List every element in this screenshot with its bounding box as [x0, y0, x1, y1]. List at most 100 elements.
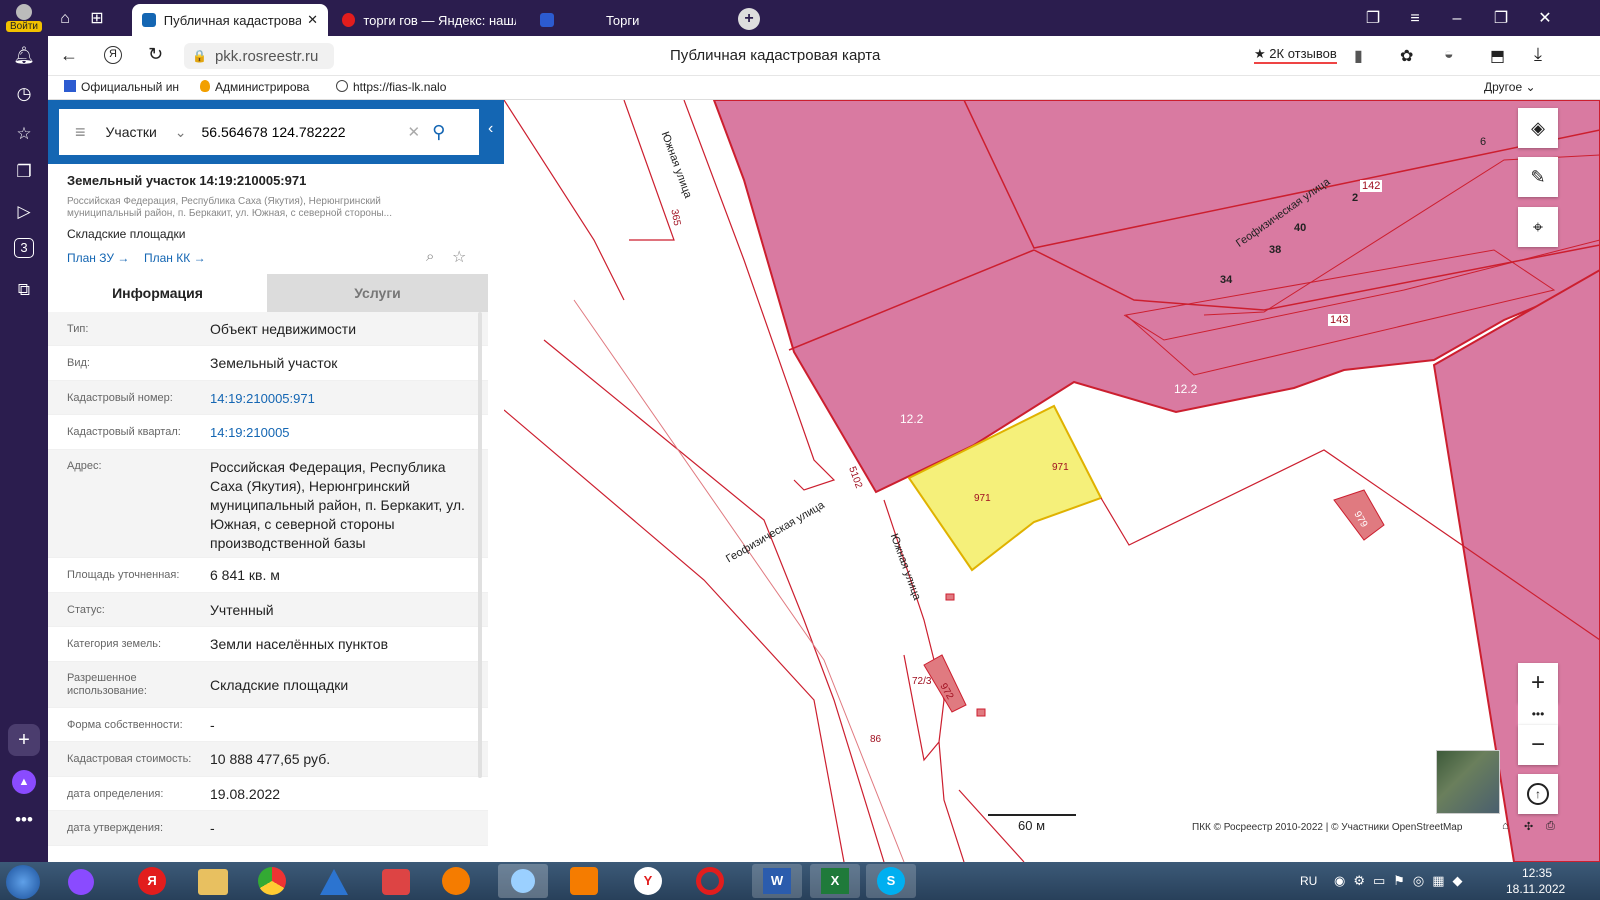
history-icon[interactable]: ◷ [12, 82, 36, 106]
home-icon[interactable]: ⌂ [54, 8, 76, 30]
zoom-out-button[interactable]: − [1518, 725, 1558, 765]
clock-date[interactable]: 18.11.2022 [1506, 882, 1565, 896]
reviews-badge[interactable]: ★ 2К отзывов [1254, 46, 1337, 64]
tab-services[interactable]: Услуги [267, 274, 488, 312]
parcel-usage-short: Складские площадки [67, 227, 186, 241]
app-icon[interactable] [382, 869, 410, 895]
start-button[interactable] [6, 865, 40, 899]
road-boundary [958, 789, 1025, 862]
minimap-thumbnail[interactable] [1436, 750, 1500, 814]
scale-label: 60 м [1018, 818, 1046, 833]
tab-info[interactable]: Информация [48, 274, 267, 312]
yandex-app-icon[interactable]: Я [138, 867, 166, 895]
close-window-icon[interactable]: ✕ [1534, 8, 1556, 30]
plan-kk-link[interactable]: План КК → [144, 251, 206, 265]
address-value: Российская Федерация, Республика Саха (Я… [210, 459, 465, 551]
bookmark-icon[interactable]: ▮ [1354, 46, 1363, 66]
cadastral-quarter-link[interactable]: 14:19:210005 [210, 425, 290, 440]
url-field[interactable]: 🔒 pkk.rosreestr.ru [184, 43, 334, 69]
minimize-icon[interactable]: – [1446, 8, 1468, 30]
minus-icon: − [1530, 731, 1545, 758]
opera-app-icon[interactable] [696, 867, 724, 895]
bookmarks-other[interactable]: Другое ⌄ [1484, 80, 1536, 94]
add-panel-icon[interactable]: + [8, 724, 40, 756]
alice-icon[interactable]: ▲ [12, 770, 36, 794]
compass-button[interactable]: ↑ [1518, 774, 1558, 814]
collections-icon[interactable]: ⬒ [1490, 46, 1505, 66]
zoom-in-button[interactable]: + [1518, 663, 1558, 703]
favorite-star-icon[interactable]: ☆ [452, 247, 466, 267]
bookmark-item[interactable]: Официальный ин [64, 80, 188, 94]
search-input[interactable] [201, 124, 402, 140]
cadastral-map[interactable]: Южная улица Геофизическая улица Геофизич… [504, 100, 1600, 862]
bell-icon[interactable]: 🔔︎ [12, 44, 36, 68]
skype-app-icon[interactable]: S [866, 864, 916, 898]
panel-scrollbar[interactable] [478, 312, 482, 778]
alice-app-icon[interactable] [68, 869, 94, 895]
layers-button[interactable]: ◈ [1518, 108, 1558, 148]
login-button[interactable]: Войти [6, 2, 42, 34]
new-folder-icon[interactable]: ⊞ [86, 8, 108, 30]
collapse-panel-icon[interactable]: ‹ [488, 120, 493, 138]
search-icon[interactable]: ⚲ [432, 122, 445, 143]
bookmark-item[interactable]: https://fias-lk.nalo [336, 80, 460, 94]
building-small[interactable] [945, 593, 955, 601]
clear-icon[interactable]: ✕ [408, 123, 421, 141]
restore-icon[interactable]: ❐ [1490, 8, 1512, 30]
clock-time[interactable]: 12:35 [1522, 866, 1552, 880]
parcel-number-label: 142 [1360, 180, 1383, 192]
tab-torgi[interactable]: Торги [530, 4, 720, 36]
download-icon[interactable]: ⤓ [1534, 44, 1542, 65]
tab-pkk[interactable]: Публичная кадастрова ✕ [132, 4, 328, 36]
app-icon[interactable] [320, 869, 348, 895]
hamburger-icon[interactable]: ≡ [75, 122, 86, 143]
video-icon[interactable]: ▷ [12, 200, 36, 224]
zoom-more-button[interactable]: ••• [1518, 703, 1558, 725]
more-icon[interactable]: ••• [12, 808, 36, 832]
new-tab-button[interactable]: + [738, 8, 760, 30]
app-icon[interactable] [570, 867, 598, 895]
parcel-number-label: 143 [1328, 314, 1351, 326]
detail-row-type: Тип: Объект недвижимости [48, 312, 488, 346]
app-icon[interactable] [442, 867, 470, 895]
cadastral-number-link[interactable]: 14:19:210005:971 [210, 391, 315, 406]
home-icon[interactable]: ⌂ [1502, 820, 1509, 832]
language-indicator[interactable]: RU [1300, 874, 1317, 888]
dots-icon: ••• [1531, 707, 1545, 721]
close-tab-icon[interactable]: ✕ [307, 12, 318, 28]
favorites-icon[interactable]: ☆ [12, 122, 36, 146]
excel-app-icon[interactable]: X [810, 864, 860, 898]
parcel-address-short: Российская Федерация, Республика Саха (Я… [67, 196, 392, 219]
chrome-app-icon[interactable] [258, 867, 286, 895]
parcel-number-label: 38 [1269, 244, 1282, 256]
info-panel: ≡ Участки ⌄ ✕ ⚲ ‹ Земельный участок 14:1… [48, 100, 504, 862]
app-icon[interactable] [498, 864, 548, 898]
search-doc-icon[interactable]: ⌕ [426, 248, 434, 265]
screenshot-icon[interactable]: ⧉ [12, 278, 36, 302]
explorer-app-icon[interactable] [198, 869, 228, 895]
tab-yandex[interactable]: торги гов — Яндекс: нашл [332, 4, 526, 36]
yandex-icon[interactable]: Я [104, 46, 122, 64]
tabs-icon[interactable]: ❐ [1362, 8, 1384, 30]
back-icon[interactable]: ← [60, 45, 78, 66]
bookmarks-bar: Официальный ин Администрирова https://fi… [48, 76, 1600, 100]
print-icon[interactable]: ⎙ [1546, 820, 1555, 833]
locate-button[interactable]: ⌖ [1518, 207, 1558, 247]
search-type-select[interactable]: Участки ⌄ [106, 124, 196, 141]
extension-icon[interactable]: ✿ [1400, 46, 1413, 66]
menu-icon[interactable]: ≡ [1404, 8, 1426, 30]
windows-taskbar: Я Y W X S RU ◉⚙▭⚑◎▦◆ 12:35 18.11.2022 [0, 862, 1600, 900]
building-small[interactable] [976, 708, 986, 717]
notes-icon[interactable]: ❐ [12, 160, 36, 184]
reload-icon[interactable]: ↻ [148, 44, 163, 65]
measure-button[interactable]: ✎ [1518, 157, 1558, 197]
move-icon[interactable]: ✣ [1524, 820, 1533, 833]
counter-badge[interactable]: 3 [14, 238, 34, 258]
plan-zu-link[interactable]: План ЗУ → [67, 251, 129, 265]
search-box: ≡ Участки ⌄ ✕ ⚲ [59, 109, 479, 155]
word-app-icon[interactable]: W [752, 864, 802, 898]
tray-icons[interactable]: ◉⚙▭⚑◎▦◆ [1334, 873, 1471, 889]
app-icon[interactable]: Y [634, 867, 662, 895]
protect-icon[interactable]: ◒ [1444, 46, 1454, 64]
bookmark-item[interactable]: Администрирова [200, 80, 324, 94]
